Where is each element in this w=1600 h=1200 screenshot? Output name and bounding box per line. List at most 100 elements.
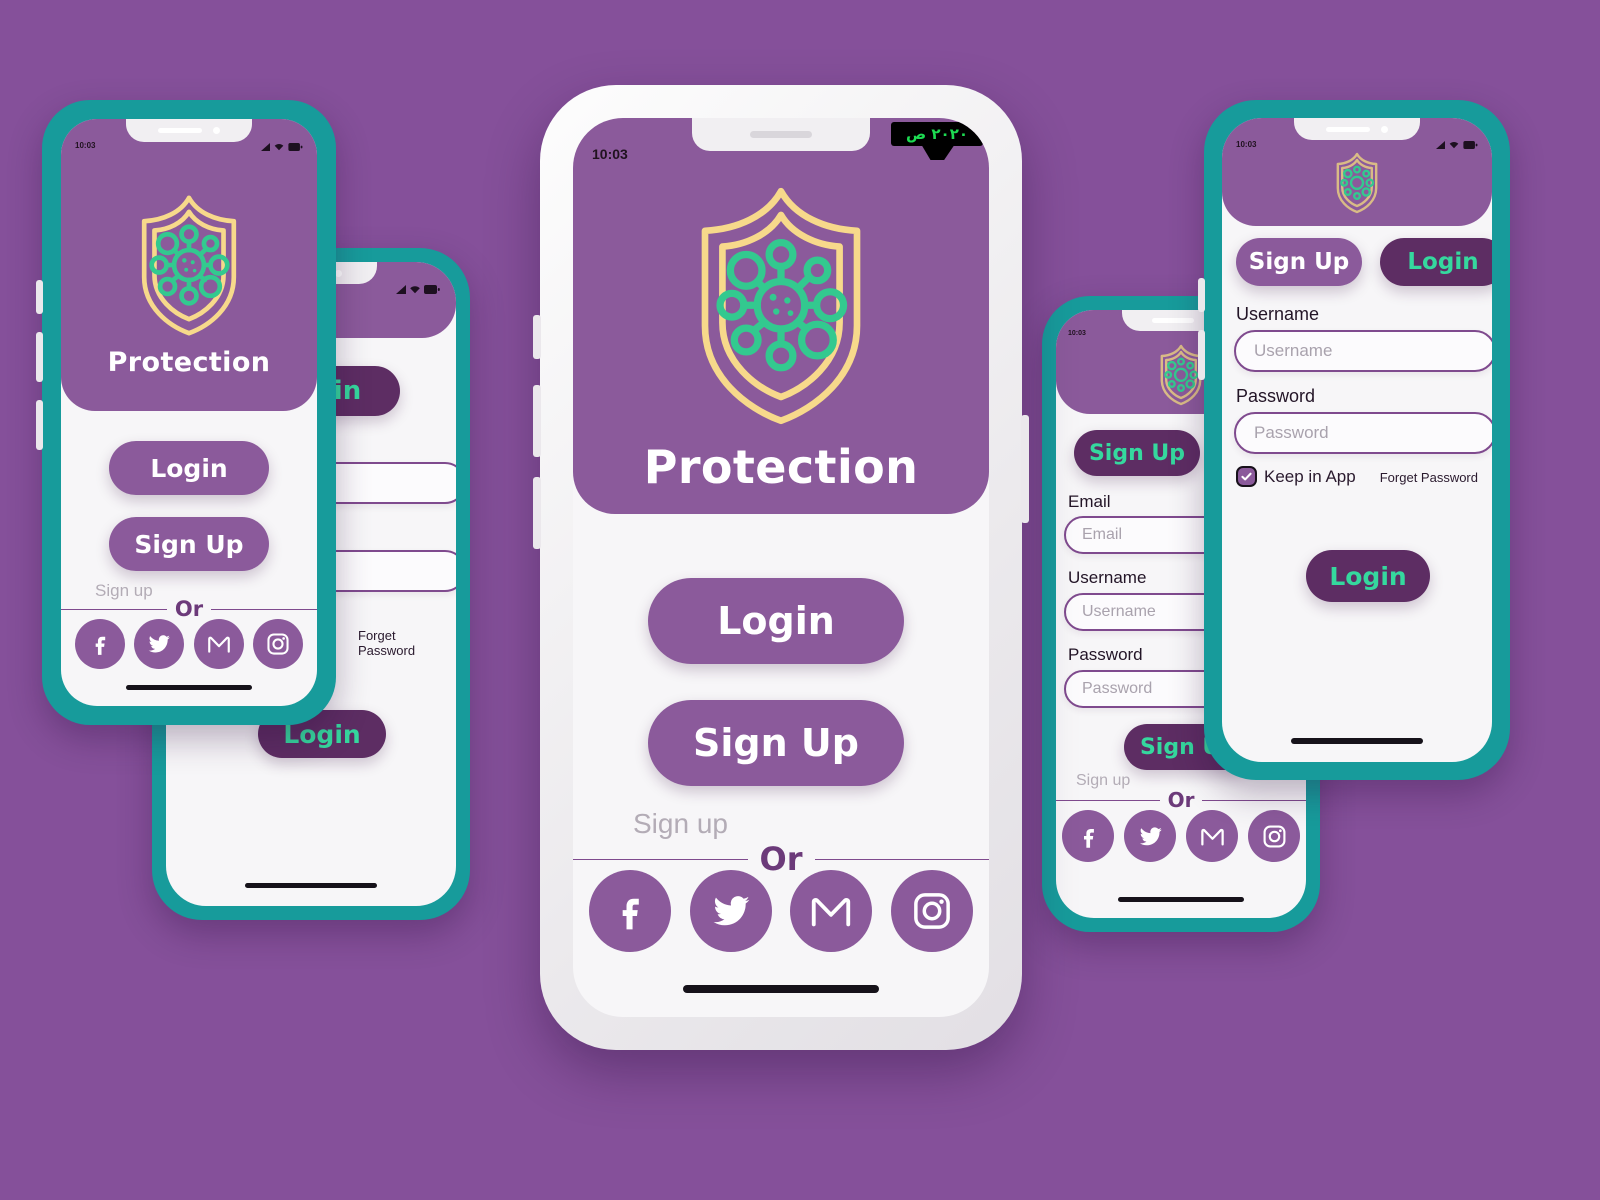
status-time: 10:03 (1068, 330, 1086, 337)
password-label: Password (1068, 645, 1143, 664)
wifi-icon (273, 142, 285, 151)
gmail-icon[interactable] (790, 870, 873, 952)
password-field[interactable]: Password (1234, 412, 1492, 454)
signup-button[interactable]: Sign Up (648, 700, 904, 786)
divider-line-left (61, 608, 167, 610)
volume-up-button[interactable] (533, 385, 541, 457)
status-icons (396, 284, 440, 294)
wifi-icon (1448, 140, 1460, 149)
or-divider: Or (1056, 788, 1306, 812)
twitter-icon[interactable] (1124, 810, 1176, 862)
phone-welcome-main: 10:03 ٢٠٢٠ ص Protection Login Sign Up Si… (533, 85, 1029, 1050)
brand-title: Protection (107, 347, 271, 378)
volume-up-button[interactable] (1198, 278, 1205, 312)
signal-icon (261, 143, 270, 151)
login-submit-button[interactable]: Login (1306, 550, 1430, 602)
email-placeholder: Email (1082, 526, 1123, 543)
volume-up-button[interactable] (36, 280, 43, 314)
keep-in-app-checkbox[interactable] (1236, 466, 1257, 487)
front-camera (1380, 125, 1388, 133)
gmail-icon[interactable] (193, 619, 244, 669)
notch (126, 119, 252, 142)
or-label: Or (174, 597, 204, 621)
keep-in-app-row[interactable]: Keep in App (1236, 466, 1356, 487)
username-label: Username (1068, 568, 1147, 587)
volume-down-button[interactable] (1198, 330, 1205, 380)
username-placeholder: Username (1082, 603, 1156, 620)
status-time: 10:03 (592, 146, 628, 162)
home-indicator (1291, 738, 1423, 744)
instagram-icon[interactable] (1248, 810, 1300, 862)
social-login-row (1062, 810, 1300, 862)
home-indicator (245, 883, 377, 888)
twitter-icon[interactable] (134, 619, 185, 669)
instagram-icon[interactable] (890, 870, 973, 952)
battery-icon (1463, 141, 1478, 149)
volume-down-button[interactable] (533, 477, 541, 549)
email-label: Email (1068, 492, 1111, 511)
shield-virus-icon (133, 193, 245, 338)
facebook-icon[interactable] (1062, 810, 1114, 862)
or-divider: Or (61, 597, 317, 621)
username-label: Username (1236, 304, 1320, 324)
watermark-text: ٢٠٢٠ ص (891, 122, 983, 146)
status-time: 10:03 (75, 141, 96, 150)
speaker-grill (750, 131, 812, 138)
divider-line-right (1202, 799, 1306, 801)
brand-title: Protection (643, 440, 919, 494)
facebook-icon[interactable] (589, 870, 671, 952)
notch (692, 118, 870, 151)
phone-screen: 10:03 ٢٠٢٠ ص Protection Login Sign Up Si… (573, 118, 989, 1017)
username-placeholder: Username (1254, 341, 1333, 360)
speaker-grill (158, 128, 203, 133)
gmail-icon[interactable] (1186, 810, 1238, 862)
divider-line-left (573, 858, 748, 860)
twitter-icon[interactable] (689, 870, 772, 952)
divider-line-right (211, 608, 317, 610)
facebook-icon[interactable] (75, 619, 125, 669)
status-icons (261, 142, 303, 151)
battery-icon (424, 285, 440, 294)
signal-icon (396, 285, 406, 294)
speaker-grill (1326, 126, 1371, 132)
battery-icon (288, 143, 303, 151)
status-icons (1436, 140, 1478, 149)
mute-switch[interactable] (533, 315, 541, 359)
username-field[interactable]: Username (1234, 330, 1492, 372)
tab-signup[interactable]: Sign Up (1236, 238, 1362, 286)
or-label: Or (1167, 788, 1195, 812)
password-placeholder: Password (1082, 680, 1153, 697)
volume-down-button[interactable] (36, 332, 43, 382)
phone-login-form: 10:03 Sign Up Login Username Username Pa… (1198, 100, 1510, 780)
front-camera (212, 127, 220, 134)
home-indicator (683, 985, 879, 993)
phone-screen: 10:03 (61, 119, 317, 706)
login-button[interactable]: Login (648, 578, 904, 664)
forget-password-link[interactable]: Forget Password (1380, 470, 1478, 485)
instagram-icon[interactable] (252, 619, 303, 669)
shield-virus-icon (686, 182, 876, 430)
mockup-canvas: Login Forget Password Login 10:03 (0, 0, 1600, 1200)
divider-line-left (1056, 799, 1160, 801)
divider-line-right (814, 858, 989, 860)
tab-signup[interactable]: Sign Up (1074, 430, 1200, 476)
side-button[interactable] (1021, 415, 1029, 523)
shield-virus-icon (1333, 152, 1381, 214)
home-indicator (126, 685, 252, 690)
tab-login[interactable]: Login (1380, 238, 1492, 286)
speaker-grill (1152, 318, 1195, 323)
phone-welcome-left: 10:03 Protection Login Sign Up Sign up O… (36, 100, 336, 725)
forget-password-link[interactable]: Forget Password (358, 628, 456, 658)
side-button[interactable] (36, 400, 43, 450)
signal-icon (1436, 141, 1445, 149)
notch (1294, 118, 1420, 140)
password-label: Password (1236, 386, 1316, 406)
signup-button[interactable]: Sign Up (109, 517, 269, 571)
keep-in-app-label: Keep in App (1264, 466, 1356, 486)
login-button[interactable]: Login (109, 441, 269, 495)
password-placeholder: Password (1254, 423, 1329, 442)
wifi-icon (409, 284, 421, 294)
status-time: 10:03 (1236, 140, 1257, 149)
social-login-row (589, 870, 973, 952)
phone-screen: 10:03 (1222, 118, 1492, 762)
